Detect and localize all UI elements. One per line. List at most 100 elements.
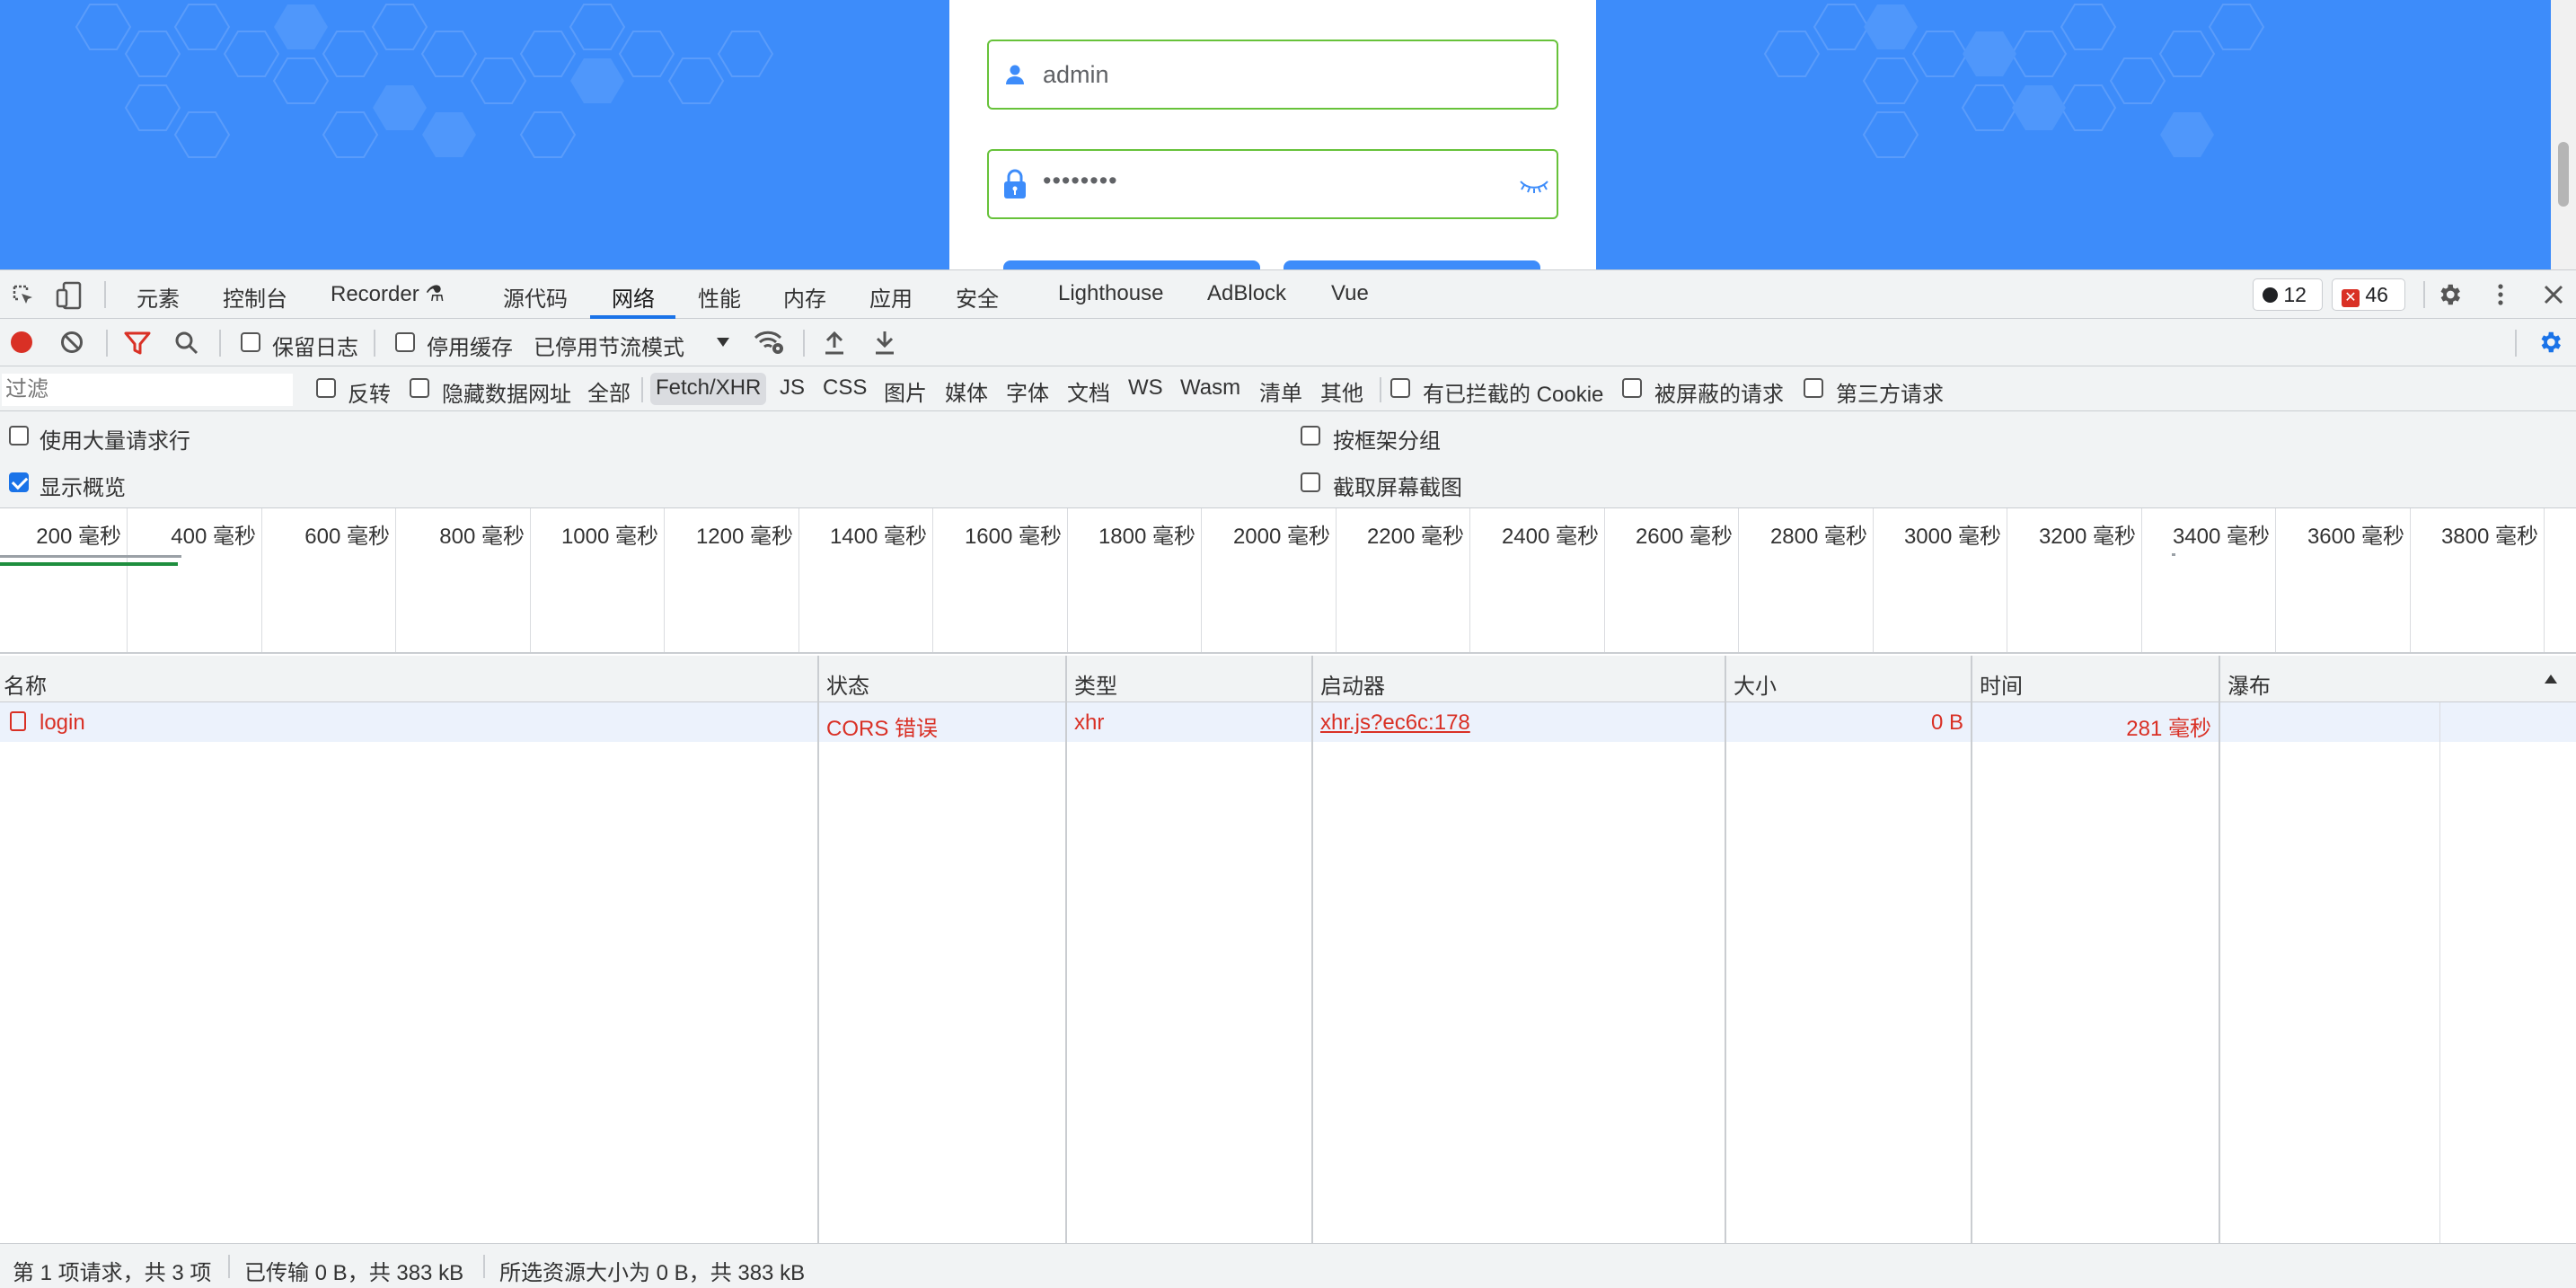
group-by-frame-checkbox[interactable] [1301,426,1320,446]
filter-type-media[interactable]: 媒体 [940,373,993,406]
warnings-badge[interactable]: 12 [2253,278,2323,311]
tab-memory[interactable]: 内存 [783,281,826,313]
col-divider[interactable] [817,656,819,1243]
tab-network[interactable]: 网络 [612,281,655,313]
timeline-gridline [1738,508,1739,652]
lock-icon [1004,169,1026,198]
header-waterfall[interactable]: 瀑布 [2228,668,2271,700]
timeline-overview[interactable]: 200 毫秒 400 毫秒 600 毫秒 800 毫秒 1000 毫秒 1200 毫秒 14… [0,508,2576,654]
more-options-icon[interactable] [2490,281,2511,308]
show-overview-checkbox[interactable] [9,472,29,492]
password-field[interactable]: •••••••• [987,149,1558,219]
filter-type-doc[interactable]: 文档 [1062,373,1116,406]
clear-icon[interactable] [59,330,84,355]
header-initiator[interactable]: 启动器 [1320,668,1385,700]
timeline-tick-label: 1800 毫秒 [1098,525,1195,549]
tab-vue[interactable]: Vue [1331,281,1369,306]
timeline-gridline [261,508,262,652]
filter-input[interactable] [2,374,293,406]
page-scrollbar-thumb[interactable] [2558,142,2569,207]
timeline-gridline [2410,508,2411,652]
header-name[interactable]: 名称 [4,668,47,700]
header-time[interactable]: 时间 [1980,668,2023,700]
header-status[interactable]: 状态 [826,668,869,700]
large-rows-checkbox[interactable] [9,426,29,446]
blocked-cookies-label: 有已拦截的 Cookie [1423,383,1604,407]
row-size: 0 B [1930,710,1963,735]
filter-type-manifest[interactable]: 清单 [1254,373,1308,406]
timeline-tick-label: 3400 毫秒 [2172,525,2270,549]
register-button[interactable] [1284,260,1540,269]
request-file-icon [10,711,26,731]
timeline-gridline [127,508,128,652]
row-time: 281 毫秒 [2126,717,2211,741]
network-settings-gear-icon[interactable] [2536,329,2563,356]
table-row[interactable]: login CORS 错误 xhr xhr.js?ec6c:178 0 B 28… [0,702,2576,742]
timeline-gridline [664,508,665,652]
error-x-icon: ✕ [2342,289,2360,307]
tab-recorder[interactable]: Recorder ⚗ [331,281,445,307]
col-divider[interactable] [2219,656,2220,1243]
search-icon[interactable] [174,331,199,356]
flask-icon: ⚗ [425,282,445,306]
blocked-cookies-checkbox[interactable] [1390,378,1410,398]
hex-pattern-right [1763,4,2265,158]
filter-type-wasm[interactable]: Wasm [1175,373,1246,405]
filter-type-ws[interactable]: WS [1123,373,1169,405]
network-toolbar: 保留日志 停用缓存 已停用节流模式 [0,319,2576,366]
eye-closed-icon[interactable] [1519,178,1549,194]
col-divider[interactable] [1971,656,1972,1243]
filter-type-all[interactable]: 全部 [582,373,636,406]
network-options: 使用大量请求行 按框架分组 显示概览 截取屏幕截图 [0,411,2576,508]
header-type[interactable]: 类型 [1074,668,1117,700]
close-devtools-icon[interactable] [2542,283,2565,306]
errors-badge[interactable]: ✕ 46 [2332,278,2405,311]
settings-gear-icon[interactable] [2436,281,2463,308]
tab-adblock[interactable]: AdBlock [1207,281,1286,306]
import-har-icon[interactable] [823,330,846,357]
username-value: admin [1043,61,1109,88]
tab-sources[interactable]: 源代码 [503,281,568,313]
tab-application[interactable]: 应用 [869,281,913,313]
tab-lighthouse[interactable]: Lighthouse [1058,281,1163,306]
capture-screenshots-checkbox[interactable] [1301,472,1320,492]
username-field[interactable]: admin [987,40,1558,110]
filter-type-other[interactable]: 其他 [1315,373,1369,406]
device-toolbar-icon[interactable] [56,281,83,310]
hide-data-urls-label: 隐藏数据网址 [442,383,571,407]
preserve-log-checkbox[interactable] [241,332,260,352]
filter-funnel-icon[interactable] [124,331,151,356]
filter-type-img[interactable]: 图片 [878,373,932,406]
throttling-select[interactable]: 已停用节流模式 [532,324,738,360]
timeline-gridline [2544,508,2545,652]
tab-elements[interactable]: 元素 [137,281,180,313]
network-conditions-icon[interactable] [753,329,785,356]
disable-cache-checkbox[interactable] [395,332,415,352]
show-overview-label: 显示概览 [40,476,126,500]
col-divider[interactable] [1725,656,1726,1243]
login-button[interactable] [1003,260,1260,269]
filter-type-css[interactable]: CSS [817,373,872,405]
tab-performance[interactable]: 性能 [698,281,741,313]
status-requests: 第 1 项请求，共 3 项 [13,1261,212,1285]
row-initiator-link[interactable]: xhr.js?ec6c:178 [1320,710,1470,736]
password-value: •••••••• [1043,167,1118,194]
timeline-gridline [1469,508,1470,652]
filter-type-js[interactable]: JS [774,373,810,405]
col-divider[interactable] [1065,656,1067,1243]
timeline-bar-waiting [0,555,181,558]
filter-type-fetch-xhr[interactable]: Fetch/XHR [650,373,767,405]
inspect-element-icon[interactable] [11,283,36,308]
tab-console[interactable]: 控制台 [223,281,287,313]
export-har-icon[interactable] [873,330,896,357]
row-name[interactable]: login [40,710,85,736]
filter-type-font[interactable]: 字体 [1001,373,1054,406]
col-divider[interactable] [1311,656,1313,1243]
hide-data-urls-checkbox[interactable] [410,378,429,398]
header-size[interactable]: 大小 [1734,668,1777,700]
invert-checkbox[interactable] [316,378,336,398]
third-party-checkbox[interactable] [1804,378,1823,398]
tab-security[interactable]: 安全 [956,281,999,313]
record-icon[interactable] [9,330,34,355]
blocked-requests-checkbox[interactable] [1622,378,1642,398]
